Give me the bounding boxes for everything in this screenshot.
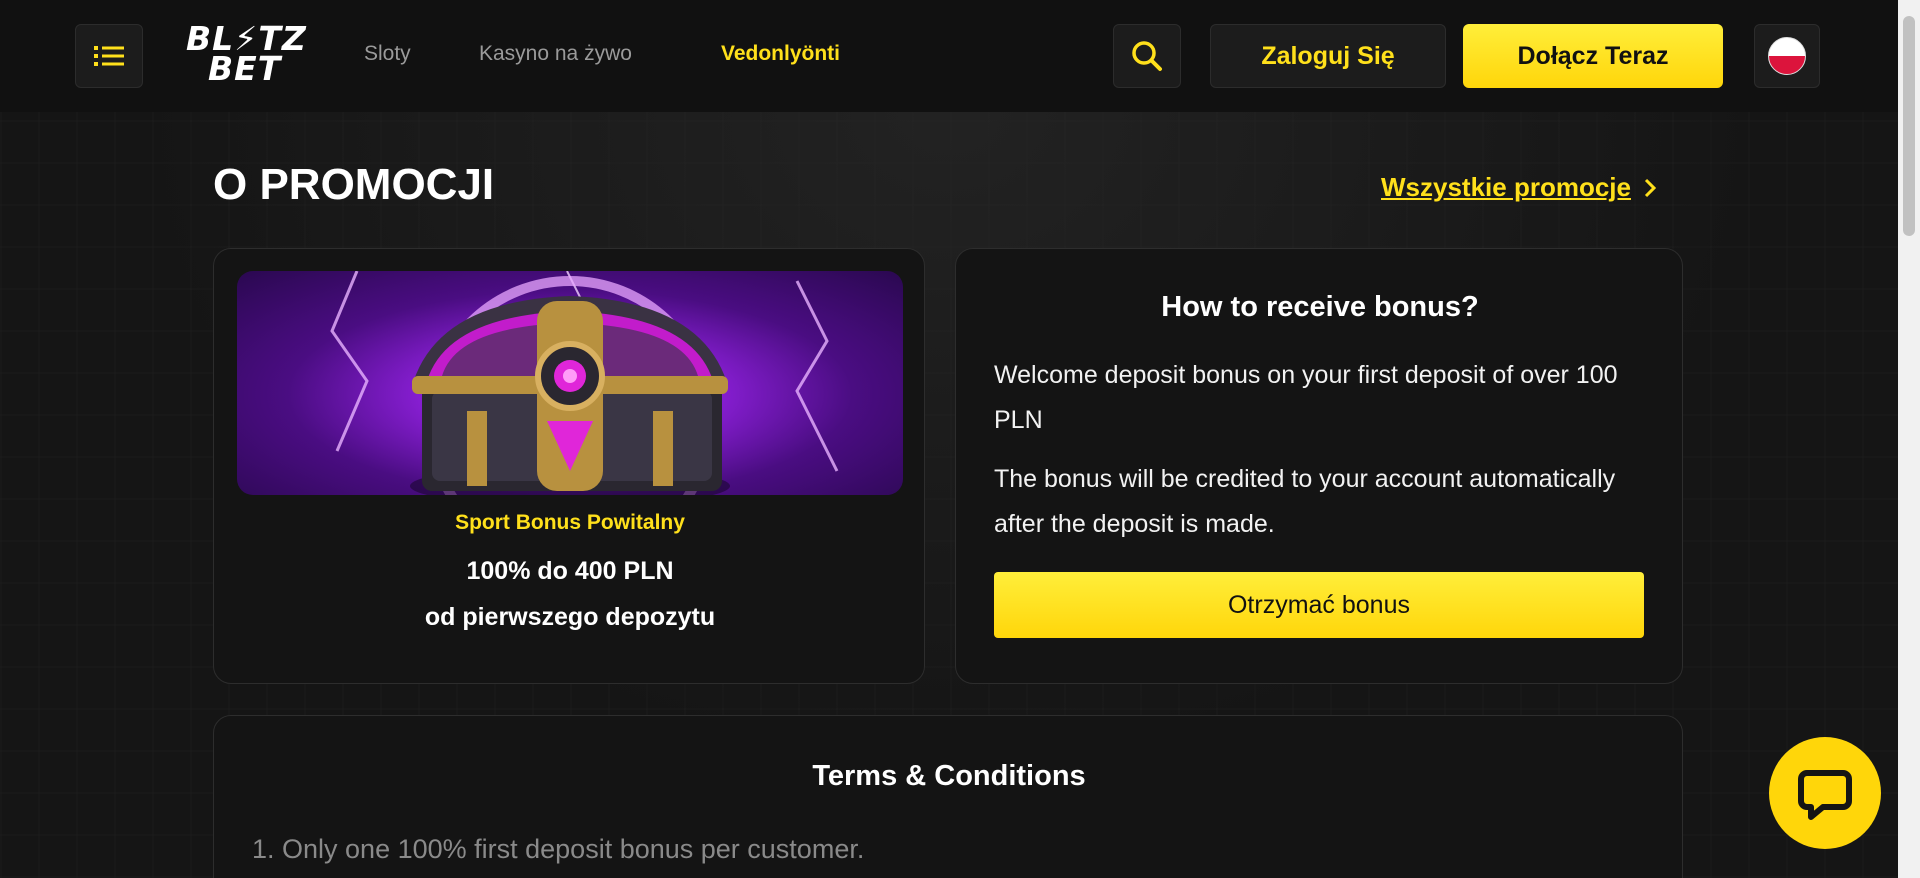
live-chat-button[interactable] <box>1769 737 1881 849</box>
terms-item: 1. Only one 100% first deposit bonus per… <box>252 834 865 864</box>
all-promotions-label: Wszystkie promocje <box>1381 172 1631 202</box>
all-promotions-link[interactable]: Wszystkie promocje <box>1381 172 1657 203</box>
search-icon <box>1132 41 1162 71</box>
promo-condition: od pierwszego depozytu <box>424 603 716 631</box>
bonus-description-1: Welcome deposit bonus on your first depo… <box>994 361 1618 434</box>
chevron-right-icon <box>1643 172 1657 203</box>
how-to-receive-card: How to receive bonus? Welcome deposit bo… <box>955 248 1683 684</box>
page-scrollbar[interactable] <box>1898 0 1920 878</box>
get-bonus-button[interactable]: Otrzymać bonus <box>994 572 1644 638</box>
page-title: O PROMOCJI <box>213 160 495 209</box>
chat-icon <box>1798 770 1852 820</box>
join-now-button[interactable]: Dołącz Teraz <box>1463 24 1723 88</box>
scrollbar-thumb[interactable] <box>1903 16 1915 236</box>
promo-amount: 100% do 400 PLN <box>466 557 674 585</box>
nav-live-casino[interactable]: Kasyno na żywo <box>479 42 632 66</box>
terms-card: Terms & Conditions 1. Only one 100% firs… <box>213 715 1683 878</box>
blitzbet-logo[interactable]: BL⚡TZ BET <box>186 22 322 90</box>
top-header: BL⚡TZ BET Sloty Kasyno na żywo Vedonlyön… <box>0 0 1898 112</box>
bonus-description-2: The bonus will be credited to your accou… <box>994 465 1616 538</box>
nav-sports-betting[interactable]: Vedonlyönti <box>721 42 840 66</box>
promo-subtitle: Sport Bonus Powitalny <box>455 511 685 534</box>
menu-icon <box>94 46 124 66</box>
language-button[interactable] <box>1754 24 1820 88</box>
how-to-receive-title: How to receive bonus? <box>1161 291 1479 323</box>
menu-button[interactable] <box>75 24 143 88</box>
login-button[interactable]: Zaloguj Się <box>1210 24 1446 88</box>
promo-card: Sport Bonus Powitalny 100% do 400 PLN od… <box>213 248 925 684</box>
terms-title: Terms & Conditions <box>812 760 1086 792</box>
logo-line2: BET <box>208 49 282 88</box>
nav-sloty[interactable]: Sloty <box>364 42 411 66</box>
poland-flag-icon <box>1768 37 1806 75</box>
treasure-chest-image <box>237 271 903 495</box>
search-button[interactable] <box>1113 24 1181 88</box>
